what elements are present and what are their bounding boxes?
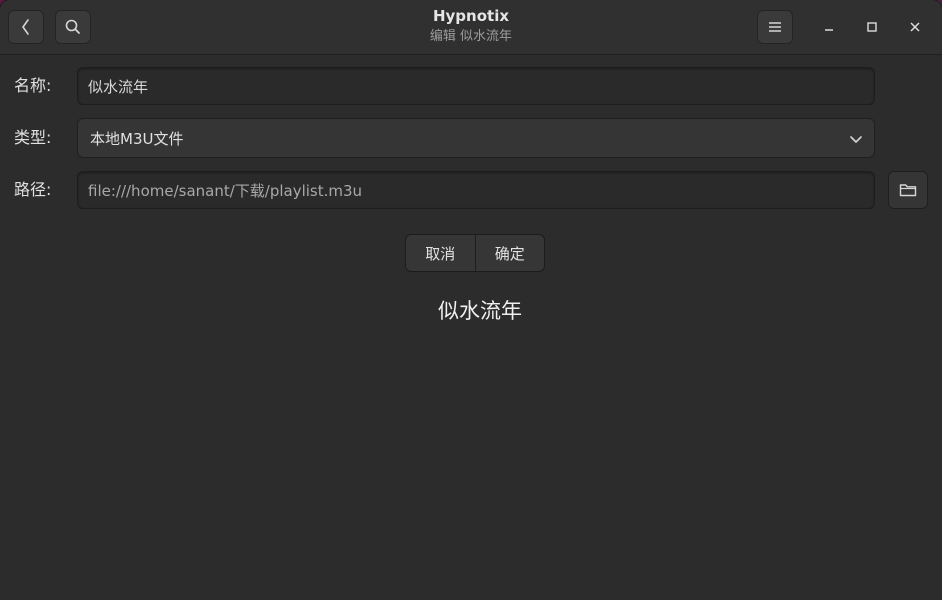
dialog-button-group: 取消 确定 <box>405 234 545 272</box>
back-button[interactable] <box>8 10 44 44</box>
name-input[interactable]: 似水流年 <box>77 67 875 105</box>
hamburger-menu-icon <box>769 22 781 32</box>
type-label: 类型: <box>14 128 52 147</box>
app-window: Hypnotix 编辑 似水流年 名称: 似水流年 类型: 本地M3U文件 路径… <box>0 0 942 600</box>
chevron-down-icon <box>850 136 862 143</box>
minimize-button[interactable] <box>817 15 841 39</box>
close-button[interactable] <box>903 15 927 39</box>
path-input-value: file:///home/sanant/下载/playlist.m3u <box>88 181 363 200</box>
minimize-icon <box>825 29 833 31</box>
name-input-value: 似水流年 <box>88 77 149 96</box>
path-label: 路径: <box>14 180 52 199</box>
main-menu-button[interactable] <box>757 10 793 44</box>
type-dropdown[interactable]: 本地M3U文件 <box>77 118 875 158</box>
search-icon <box>65 19 80 34</box>
chevron-left-icon <box>22 19 29 35</box>
window-title: Hypnotix <box>432 7 510 25</box>
path-input[interactable]: file:///home/sanant/下载/playlist.m3u <box>77 171 875 209</box>
headerbar: Hypnotix 编辑 似水流年 <box>0 0 942 55</box>
maximize-icon <box>867 22 877 32</box>
window-subtitle: 编辑 似水流年 <box>429 29 513 44</box>
name-label: 名称: <box>14 76 52 95</box>
ok-button[interactable]: 确定 <box>476 235 545 271</box>
provider-name-label: 似水流年 <box>438 299 522 323</box>
folder-icon <box>899 184 917 197</box>
close-icon <box>910 22 920 32</box>
cancel-button[interactable]: 取消 <box>406 235 475 271</box>
search-button[interactable] <box>55 10 91 44</box>
maximize-button[interactable] <box>860 15 884 39</box>
browse-folder-button[interactable] <box>888 171 928 209</box>
type-dropdown-value: 本地M3U文件 <box>90 129 184 148</box>
